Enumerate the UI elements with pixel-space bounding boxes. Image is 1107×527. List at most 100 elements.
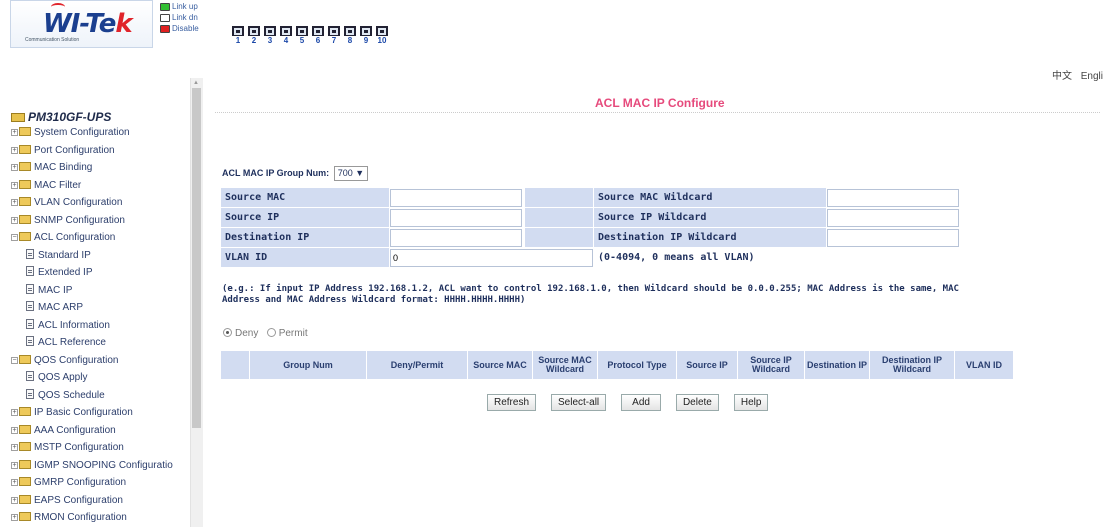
expand-icon[interactable]: + [11,199,18,206]
port-number: 2 [251,36,257,45]
table-header-row: Group Num Deny/Permit Source MAC Source MAC… [221,351,1013,379]
sidebar-item-extended-ip[interactable]: Extended IP [26,266,92,280]
device-root[interactable]: PM310GF-UPS [11,110,111,124]
source-mac-wildcard-input[interactable] [827,188,959,207]
port-7[interactable]: 7 [328,26,340,45]
port-5[interactable]: 5 [296,26,308,45]
column-header: Deny/Permit [367,351,467,379]
expand-icon[interactable]: + [11,409,18,416]
group-num-select[interactable]: 700 ▼ [333,166,369,181]
sidebar-item-acl-reference[interactable]: ACL Reference [26,336,106,350]
sidebar-item-mac-ip[interactable]: MAC IP [26,283,72,298]
sidebar-item-mstp-configuration[interactable]: + MSTP Configuration [11,441,124,455]
port-6[interactable]: 6 [312,26,324,45]
expand-icon[interactable]: + [11,164,18,171]
ethernet-port-icon [232,26,244,36]
expand-icon[interactable]: + [11,444,18,451]
collapse-icon[interactable]: − [11,234,18,241]
document-icon [26,371,34,381]
port-10[interactable]: 10 [376,26,388,45]
vlan-id-note: (0-4094, 0 means all VLAN) [594,248,959,267]
sidebar-item-mac-arp[interactable]: MAC ARP [26,301,83,315]
destination-ip-input[interactable] [390,228,522,247]
collapse-icon[interactable]: − [11,356,18,364]
expand-icon[interactable]: + [11,146,18,154]
sidebar-item-qos-apply[interactable]: QOS Apply [26,371,87,385]
select-all-button[interactable]: Select-all [551,394,607,411]
port-9[interactable]: 9 [360,26,372,45]
header-bar: WI-Tek Communication Solution Link up Li… [0,0,1107,82]
column-header: Destination IP [805,351,869,379]
sidebar-item-mac-filter[interactable]: + MAC Filter [11,179,81,193]
refresh-button[interactable]: Refresh [487,394,537,411]
vlan-id-input[interactable] [390,248,593,267]
expand-icon[interactable]: + [11,496,18,504]
port-8[interactable]: 8 [344,26,356,45]
sidebar-item-vlan-configuration[interactable]: + VLAN Configuration [11,196,122,210]
sidebar-item-port-configuration[interactable]: + Port Configuration [11,144,115,158]
sidebar-item-rmon-configuration[interactable]: + RMON Configuration [11,511,127,525]
port-1[interactable]: 1 [232,26,244,45]
sidebar-item-acl-configuration[interactable]: − ACL Configuration [11,231,115,245]
acl-list-table: Group Num Deny/Permit Source MAC Source MAC… [220,350,1014,380]
port-number: 7 [331,36,337,45]
expand-icon[interactable]: + [11,479,18,486]
sidebar-item-qos-configuration[interactable]: − QOS Configuration [11,354,119,368]
ethernet-port-icon [264,26,276,36]
sidebar-scroll-thumb[interactable] [192,88,201,428]
source-mac-input[interactable] [390,188,522,207]
expand-icon[interactable]: + [11,129,18,136]
add-button[interactable]: Add [621,394,661,411]
destination-ip-wildcard-input[interactable] [827,228,959,247]
folder-icon [19,127,31,136]
ethernet-port-icon [376,26,388,36]
radio-unchecked-icon [266,328,276,337]
action-buttons: Refresh Select-all Add Delete Help [487,394,783,411]
sidebar-item-aaa-configuration[interactable]: + AAA Configuration [11,424,116,438]
source-ip-wildcard-input[interactable] [827,208,959,227]
column-header: Group Num [250,351,366,379]
sidebar-item-qos-schedule[interactable]: QOS Schedule [26,388,105,403]
sidebar-item-eaps-configuration[interactable]: + EAPS Configuration [11,494,123,508]
help-button[interactable]: Help [733,394,769,411]
port-4[interactable]: 4 [280,26,292,45]
ethernet-port-icon [312,26,324,36]
expand-icon[interactable]: + [11,216,18,224]
sidebar-item-system-configuration[interactable]: + System Configuration [11,126,130,140]
source-ip-input[interactable] [390,208,522,227]
port-number: 1 [235,36,241,45]
expand-icon[interactable]: + [11,426,18,434]
folder-icon [19,232,31,241]
sidebar-item-igmp-snooping-configuratio[interactable]: + IGMP SNOOPING Configuratio [11,459,173,473]
port-3[interactable]: 3 [264,26,276,45]
permit-radio[interactable]: Permit [266,328,308,339]
sidebar-item-snmp-configuration[interactable]: + SNMP Configuration [11,214,125,228]
sidebar-item-gmrp-configuration[interactable]: + GMRP Configuration [11,476,126,490]
port-2[interactable]: 2 [248,26,260,45]
folder-icon [19,424,31,434]
ethernet-port-icon [248,26,260,36]
source-mac-wildcard-label: Source MAC Wildcard [594,188,826,207]
expand-icon[interactable]: + [11,181,18,189]
document-icon [26,318,34,329]
destination-ip-label: Destination IP [221,228,389,247]
expand-icon[interactable]: + [11,461,18,469]
sidebar-item-ip-basic-configuration[interactable]: + IP Basic Configuration [11,406,133,420]
folder-icon [19,494,31,504]
column-header: Destination IP Wildcard [870,351,954,379]
sidebar-item-standard-ip[interactable]: Standard IP [26,248,91,263]
delete-button[interactable]: Delete [675,394,719,411]
folder-icon [19,407,31,416]
folder-open-icon [11,113,25,122]
ethernet-port-icon [360,26,372,36]
sidebar-item-mac-binding[interactable]: + MAC Binding [11,161,92,175]
expand-icon[interactable]: + [11,514,18,521]
link-up-icon [160,3,170,11]
brand-logo: WI-Tek Communication Solution [10,0,153,48]
sidebar-item-acl-information[interactable]: ACL Information [26,318,110,333]
scroll-up-arrow-icon[interactable]: ▲ [193,80,199,86]
source-ip-wildcard-label: Source IP Wildcard [594,208,826,227]
column-header: Source IP Wildcard [738,351,804,379]
deny-radio[interactable]: Deny [223,328,258,339]
group-num-label: ACL MAC IP Group Num: [222,168,330,178]
